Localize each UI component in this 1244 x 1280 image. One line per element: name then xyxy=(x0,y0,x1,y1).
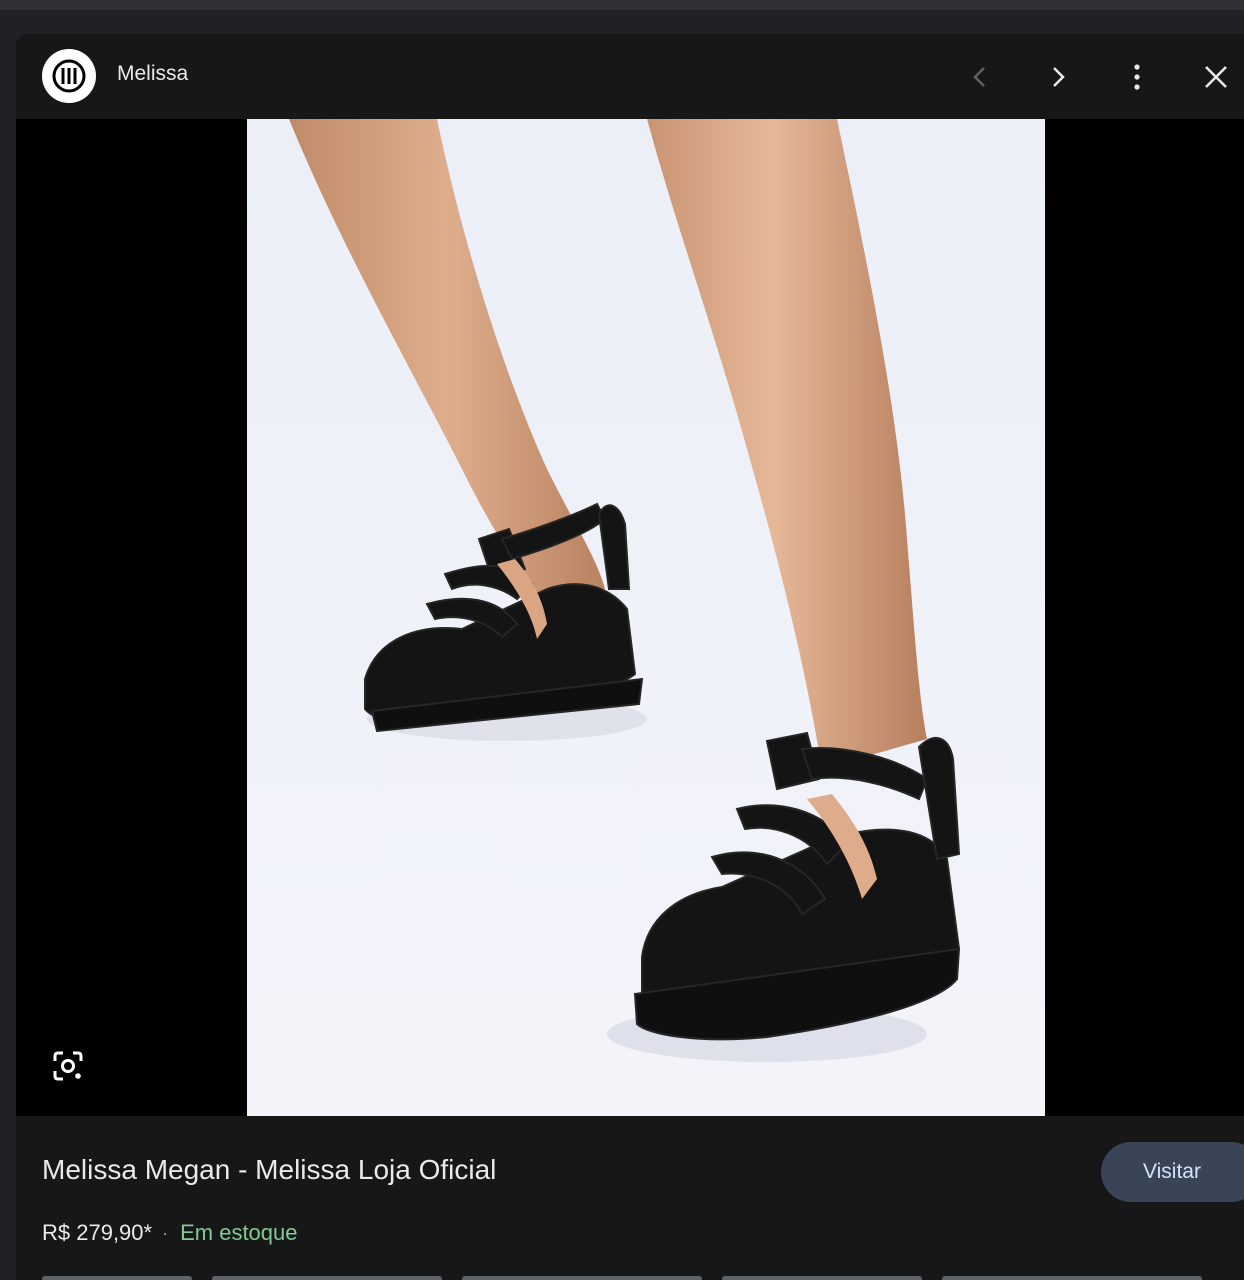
image-preview-panel: Melissa Melissa Megan - Melissa Loja Ofi… xyxy=(16,34,1244,1280)
stock-status: Em estoque xyxy=(180,1220,298,1245)
price-row: R$ 279,90* · Em estoque xyxy=(42,1220,298,1246)
source-name[interactable]: Melissa xyxy=(117,62,188,86)
left-gutter xyxy=(0,10,16,1280)
price: R$ 279,90* xyxy=(42,1220,153,1245)
more-vert-icon xyxy=(1134,64,1140,90)
google-lens-button[interactable] xyxy=(46,1044,90,1088)
image-stage xyxy=(16,119,1244,1116)
result-title[interactable]: Melissa Megan - Melissa Loja Oficial xyxy=(42,1154,496,1186)
browser-top-strip xyxy=(0,0,1244,10)
separator-dot: · xyxy=(162,1222,169,1243)
preview-header: Melissa xyxy=(16,34,1244,119)
melissa-logo-icon[interactable] xyxy=(42,49,96,103)
chevron-left-icon xyxy=(973,67,985,87)
google-lens-icon xyxy=(53,1051,83,1081)
close-button[interactable] xyxy=(1194,55,1238,99)
product-image[interactable] xyxy=(247,119,1045,1116)
visit-button[interactable]: Visitar xyxy=(1101,1142,1244,1202)
chevron-right-icon xyxy=(1053,67,1065,87)
close-icon xyxy=(1205,66,1227,88)
more-options-button[interactable] xyxy=(1115,55,1159,99)
description-cutoff xyxy=(42,1270,1222,1280)
next-button[interactable] xyxy=(1036,55,1080,99)
previous-button[interactable] xyxy=(958,55,1002,99)
